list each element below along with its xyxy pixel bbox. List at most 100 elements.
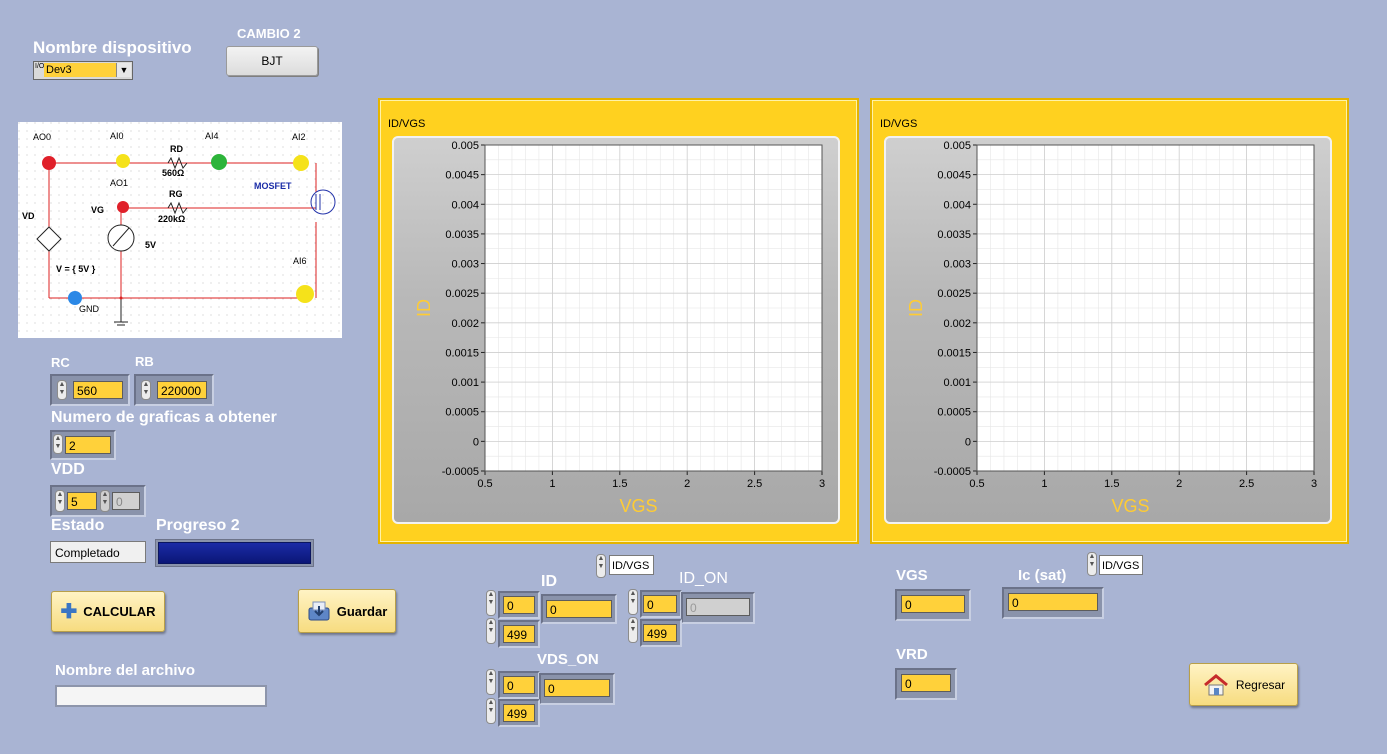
graph-2-plot-area: 0.5 1 1.5 2 2.5 3 0.005 0.0045 0.004 0.0035 0.003 0…	[884, 136, 1332, 524]
graph-2-chart[interactable]: 0.5 1 1.5 2 2.5 3 0.005 0.0045 0.004 0.0035 0.003 0…	[886, 138, 1330, 522]
rb-stepper[interactable]: ▲ ▼	[141, 380, 151, 400]
x-tick-label: 2.5	[747, 478, 762, 490]
y-tick-label: 0.001	[451, 377, 479, 389]
vds-on-length-stepper[interactable]: ▲ ▼	[486, 698, 496, 724]
bjt-toggle-button[interactable]: BJT	[226, 46, 318, 76]
vgs-frame: 0	[895, 589, 971, 621]
id-on-length-stepper[interactable]: ▲ ▼	[628, 617, 638, 643]
num-graphs-stepper[interactable]: ▲ ▼	[53, 434, 63, 454]
ai0-label: AI0	[110, 131, 124, 141]
num-graphs-control: ▲ ▼ 2	[50, 430, 116, 460]
y-tick-label: 0.0025	[937, 288, 971, 300]
y-tick-label: 0.0015	[937, 347, 971, 359]
y-tick-label: 0.001	[943, 377, 971, 389]
rc-control: ▲ ▼ 560	[50, 374, 130, 406]
graph-panel-1: ID/VGS 0.5 1 1.5 2 2.5 3 0.005 0.0045 0.004 0.003…	[378, 98, 859, 544]
id-index-input[interactable]: 0	[503, 596, 535, 614]
num-graphs-input[interactable]: 2	[65, 436, 111, 454]
progress-bar	[155, 539, 314, 567]
vds-on-value-frame: 0	[539, 673, 615, 705]
status-indicator: Completado	[50, 541, 146, 563]
graph-select-top[interactable]: ID/VGS	[609, 555, 654, 575]
chevron-down-icon[interactable]: ▼	[116, 63, 131, 77]
y-axis-label: ID	[414, 299, 434, 317]
vrd-value: 0	[901, 674, 951, 692]
vgs-value: 0	[901, 595, 965, 613]
vds-on-length-input[interactable]: 499	[503, 704, 535, 722]
id-on-label: ID_ON	[679, 570, 728, 587]
home-icon	[1203, 673, 1228, 695]
id-index-frame: 0	[498, 591, 540, 619]
vgs-label: VGS	[896, 567, 928, 584]
y-tick-label: 0	[965, 436, 971, 448]
y-tick-label: 0.002	[451, 318, 479, 330]
vdd-input[interactable]: 5	[67, 492, 97, 510]
id-length-stepper[interactable]: ▲ ▼	[486, 618, 496, 644]
y-tick-label: 0.0035	[937, 229, 971, 241]
device-selector[interactable]: I/O Dev3 ▼	[33, 61, 133, 80]
id-on-index-stepper[interactable]: ▲ ▼	[628, 589, 638, 615]
x-tick-label: 2.5	[1239, 478, 1254, 490]
vds-on-index-frame: 0	[498, 671, 540, 699]
vdd-stepper[interactable]: ▲ ▼	[55, 490, 65, 512]
calcular-button[interactable]: ✚ CALCULAR	[51, 591, 165, 632]
vdd-label: VDD	[51, 461, 85, 478]
rd-value: 560Ω	[162, 168, 185, 178]
rb-input[interactable]: 220000	[157, 381, 207, 399]
y-tick-label: 0.0005	[445, 407, 479, 419]
vds-on-index-input[interactable]: 0	[503, 676, 535, 694]
rb-label: RB	[135, 354, 154, 369]
y-tick-label: 0.004	[451, 199, 479, 211]
graph-panel-2: ID/VGS 0.5 1 1.5 2 2.5 3 0.005 0.0045 0.004 0.003…	[870, 98, 1349, 544]
id-length-input[interactable]: 499	[503, 625, 535, 643]
ic-sat-frame: 0	[1002, 587, 1104, 619]
regresar-button[interactable]: Regresar	[1189, 663, 1298, 706]
guardar-button[interactable]: Guardar	[298, 589, 396, 633]
rg-value: 220kΩ	[158, 214, 186, 224]
vrd-label: VRD	[896, 646, 928, 663]
vds-on-index-stepper[interactable]: ▲ ▼	[486, 669, 496, 695]
estado-label: Estado	[51, 517, 105, 534]
id-label: ID	[541, 573, 557, 590]
id-index-stepper[interactable]: ▲ ▼	[486, 590, 496, 616]
ic-sat-label: Ic (sat)	[1018, 567, 1067, 584]
y-tick-label: -0.0005	[934, 466, 971, 478]
graph-select-right[interactable]: ID/VGS	[1099, 555, 1143, 575]
x-tick-label: 0.5	[477, 478, 492, 490]
id-on-length-input[interactable]: 499	[643, 624, 677, 642]
id-on-index-input[interactable]: 0	[643, 595, 677, 613]
rd-label: RD	[170, 144, 183, 154]
circuit-diagram: AO0 AI0 AI4 AI2 AO1 AI6 RD 560Ω RG 220kΩ…	[18, 122, 342, 338]
rc-stepper[interactable]: ▲ ▼	[57, 380, 67, 400]
device-name-label: Nombre dispositivo	[33, 38, 192, 57]
vdd-input-2[interactable]: 0	[112, 492, 140, 510]
progreso-label: Progreso 2	[156, 517, 240, 534]
id-on-length-frame: 499	[640, 619, 682, 647]
graph-select-stepper[interactable]: ▲ ▼	[596, 554, 606, 578]
mosfet-label: MOSFET	[254, 181, 292, 191]
ai4-label: AI4	[205, 131, 219, 141]
rc-input[interactable]: 560	[73, 381, 123, 399]
x-tick-label: 1	[1041, 478, 1047, 490]
archivo-input[interactable]	[55, 685, 267, 707]
y-tick-label: 0	[473, 436, 479, 448]
ic-graph-select-stepper[interactable]: ▲ ▼	[1087, 552, 1097, 576]
x-tick-label: 1.5	[612, 478, 627, 490]
save-icon	[308, 601, 330, 621]
x-tick-label: 3	[819, 478, 825, 490]
y-tick-label: 0.0045	[937, 170, 971, 182]
y-tick-label: 0.005	[943, 140, 971, 152]
x-tick-label: 2	[1176, 478, 1182, 490]
id-on-value-frame: 0	[681, 592, 755, 624]
y-axis-label: ID	[906, 299, 926, 317]
io-prefix-icon: I/O	[35, 63, 45, 70]
y-tick-label: 0.004	[943, 199, 971, 211]
ai6-label: AI6	[293, 256, 307, 266]
circuit-schematic	[18, 122, 342, 338]
graph-1-chart[interactable]: 0.5 1 1.5 2 2.5 3 0.005 0.0045 0.004 0.0035 0.003 0…	[394, 138, 838, 522]
vd-label: VD	[22, 211, 35, 221]
vdd-stepper-2[interactable]: ▲ ▼	[100, 490, 110, 512]
x-tick-label: 0.5	[969, 478, 984, 490]
id-value-frame: 0	[541, 594, 617, 624]
y-tick-label: 0.003	[451, 259, 479, 271]
